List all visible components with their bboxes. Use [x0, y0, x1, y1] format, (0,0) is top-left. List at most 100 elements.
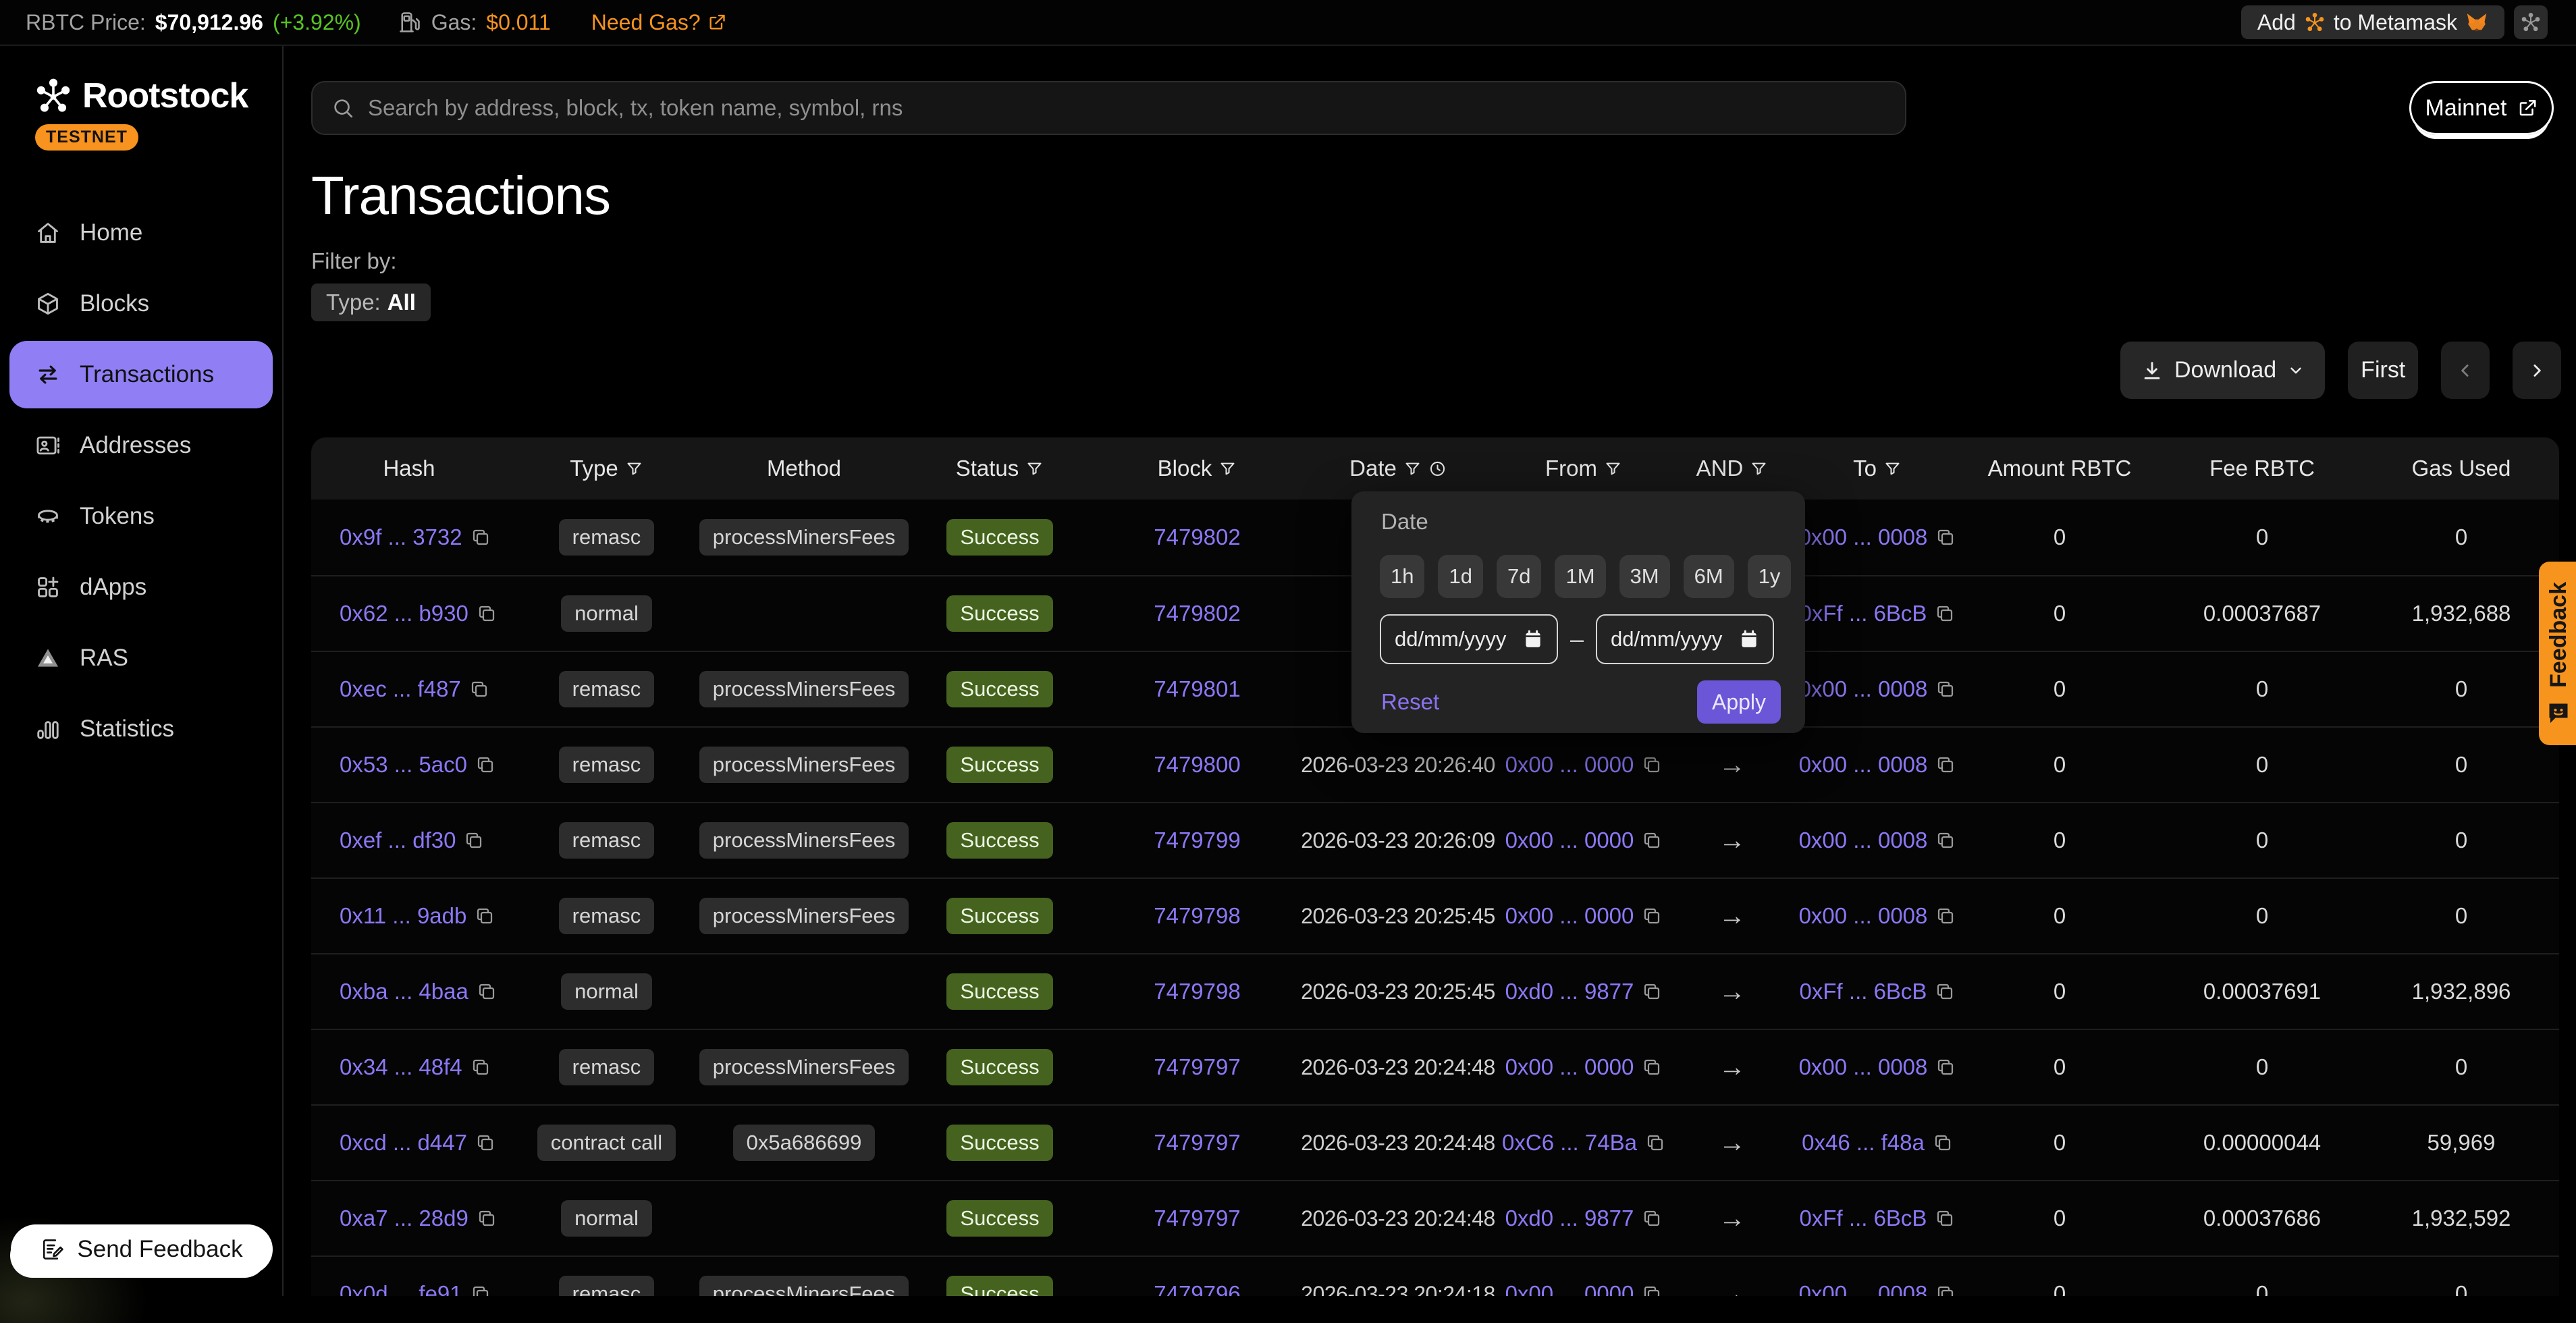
block-link[interactable]: 7479799 — [1154, 828, 1240, 853]
tx-hash-link[interactable]: 0x9f ... 3732 — [340, 524, 462, 550]
copy-icon[interactable] — [1933, 1133, 1953, 1153]
first-page-button[interactable]: First — [2348, 342, 2418, 399]
tx-hash-link[interactable]: 0xa7 ... 28d9 — [340, 1206, 468, 1231]
brand-logo[interactable]: Rootstock — [34, 76, 282, 116]
clock-icon[interactable] — [1428, 460, 1447, 478]
copy-icon[interactable] — [1642, 1284, 1662, 1296]
sidebar-item-blocks[interactable]: Blocks — [9, 270, 273, 338]
copy-icon[interactable] — [1935, 679, 1956, 699]
add-to-metamask-button[interactable]: Add to Metamask — [2241, 5, 2504, 39]
filter-funnel-icon[interactable] — [1883, 460, 1902, 478]
sidebar-item-statistics[interactable]: Statistics — [9, 695, 273, 763]
copy-icon[interactable] — [471, 527, 491, 547]
tx-hash-link[interactable]: 0x11 ... 9adb — [340, 903, 466, 929]
send-feedback-button[interactable]: Send Feedback — [11, 1224, 273, 1274]
to-address-link[interactable]: 0xFf ... 6BcB — [1800, 601, 1927, 626]
sidebar-item-tokens[interactable]: Tokens — [9, 483, 273, 550]
range-chip-6M[interactable]: 6M — [1684, 555, 1734, 598]
block-link[interactable]: 7479800 — [1154, 752, 1240, 778]
copy-icon[interactable] — [1642, 1057, 1662, 1077]
feedback-tab[interactable]: Feedback — [2539, 562, 2576, 745]
copy-icon[interactable] — [475, 755, 495, 775]
copy-icon[interactable] — [1642, 755, 1662, 775]
next-page-button[interactable] — [2513, 342, 2561, 399]
block-link[interactable]: 7479797 — [1154, 1206, 1240, 1231]
from-address-link[interactable]: 0x00 ... 0000 — [1505, 1054, 1634, 1080]
tx-hash-link[interactable]: 0xba ... 4baa — [340, 979, 468, 1004]
prev-page-button[interactable] — [2441, 342, 2490, 399]
from-address-link[interactable]: 0xC6 ... 74Ba — [1502, 1130, 1637, 1156]
from-address-link[interactable]: 0x00 ... 0000 — [1505, 828, 1634, 853]
to-address-link[interactable]: 0x00 ... 0008 — [1799, 524, 1928, 550]
download-button[interactable]: Download — [2120, 342, 2325, 399]
to-address-link[interactable]: 0x00 ... 0008 — [1799, 752, 1928, 778]
filter-funnel-icon[interactable] — [1403, 460, 1422, 478]
copy-icon[interactable] — [1642, 906, 1662, 926]
from-address-link[interactable]: 0x00 ... 0000 — [1505, 903, 1634, 929]
to-address-link[interactable]: 0x00 ... 0008 — [1799, 903, 1928, 929]
copy-icon[interactable] — [469, 679, 489, 699]
copy-icon[interactable] — [1935, 981, 1955, 1002]
block-link[interactable]: 7479798 — [1154, 903, 1240, 929]
reset-link[interactable]: Reset — [1381, 689, 1439, 715]
from-address-link[interactable]: 0xd0 ... 9877 — [1505, 979, 1634, 1004]
sidebar-item-ras[interactable]: RAS — [9, 624, 273, 692]
to-address-link[interactable]: 0x00 ... 0008 — [1799, 828, 1928, 853]
tx-hash-link[interactable]: 0xef ... df30 — [340, 828, 456, 853]
apply-button[interactable]: Apply — [1697, 680, 1781, 724]
filter-funnel-icon[interactable] — [1025, 460, 1044, 478]
need-gas-link[interactable]: Need Gas? — [591, 10, 726, 35]
range-chip-1h[interactable]: 1h — [1380, 555, 1424, 598]
copy-icon[interactable] — [1935, 1208, 1955, 1228]
filter-funnel-icon[interactable] — [1218, 460, 1237, 478]
copy-icon[interactable] — [1642, 1208, 1662, 1228]
block-link[interactable]: 7479802 — [1154, 524, 1240, 550]
date-from-input[interactable]: dd/mm/yyyy — [1380, 614, 1558, 664]
copy-icon[interactable] — [1935, 1057, 1956, 1077]
block-link[interactable]: 7479797 — [1154, 1130, 1240, 1156]
tx-hash-link[interactable]: 0xcd ... d447 — [340, 1130, 467, 1156]
filter-funnel-icon[interactable] — [625, 460, 643, 478]
copy-icon[interactable] — [475, 906, 495, 926]
copy-icon[interactable] — [471, 1284, 491, 1296]
mainnet-button[interactable]: Mainnet — [2409, 81, 2554, 135]
to-address-link[interactable]: 0x00 ... 0008 — [1799, 676, 1928, 702]
block-link[interactable]: 7479802 — [1154, 601, 1240, 626]
tx-hash-link[interactable]: 0x62 ... b930 — [340, 601, 468, 626]
copy-icon[interactable] — [1935, 906, 1956, 926]
range-chip-1d[interactable]: 1d — [1438, 555, 1482, 598]
copy-icon[interactable] — [471, 1057, 491, 1077]
copy-icon[interactable] — [1935, 755, 1956, 775]
copy-icon[interactable] — [475, 1133, 495, 1153]
copy-icon[interactable] — [1935, 1284, 1956, 1296]
filter-funnel-icon[interactable] — [1604, 460, 1622, 478]
from-address-link[interactable]: 0x00 ... 0000 — [1505, 1281, 1634, 1296]
tx-hash-link[interactable]: 0x53 ... 5ac0 — [340, 752, 467, 778]
sidebar-item-dapps[interactable]: dApps — [9, 554, 273, 621]
to-address-link[interactable]: 0x46 ... f48a — [1802, 1130, 1925, 1156]
calendar-icon[interactable] — [1739, 629, 1759, 649]
copy-icon[interactable] — [477, 1208, 497, 1228]
range-chip-7d[interactable]: 7d — [1497, 555, 1541, 598]
copy-icon[interactable] — [477, 603, 497, 624]
to-address-link[interactable]: 0x00 ... 0008 — [1799, 1054, 1928, 1080]
calendar-icon[interactable] — [1523, 629, 1543, 649]
block-link[interactable]: 7479801 — [1154, 676, 1240, 702]
from-address-link[interactable]: 0xd0 ... 9877 — [1505, 1206, 1634, 1231]
sidebar-item-home[interactable]: Home — [9, 199, 273, 267]
tx-hash-link[interactable]: 0xec ... f487 — [340, 676, 461, 702]
copy-icon[interactable] — [464, 830, 484, 850]
to-address-link[interactable]: 0xFf ... 6BcB — [1800, 979, 1927, 1004]
copy-icon[interactable] — [1935, 527, 1956, 547]
copy-icon[interactable] — [1642, 981, 1662, 1002]
to-address-link[interactable]: 0xFf ... 6BcB — [1800, 1206, 1927, 1231]
block-link[interactable]: 7479797 — [1154, 1054, 1240, 1080]
rootstock-quick-button[interactable] — [2514, 5, 2548, 39]
tx-hash-link[interactable]: 0x34 ... 48f4 — [340, 1054, 462, 1080]
range-chip-1M[interactable]: 1M — [1555, 555, 1605, 598]
tx-hash-link[interactable]: 0x0d ... fe91 — [340, 1281, 462, 1296]
filter-funnel-icon[interactable] — [1750, 460, 1768, 478]
copy-icon[interactable] — [1935, 603, 1955, 624]
date-to-input[interactable]: dd/mm/yyyy — [1596, 614, 1774, 664]
range-chip-1y[interactable]: 1y — [1748, 555, 1792, 598]
